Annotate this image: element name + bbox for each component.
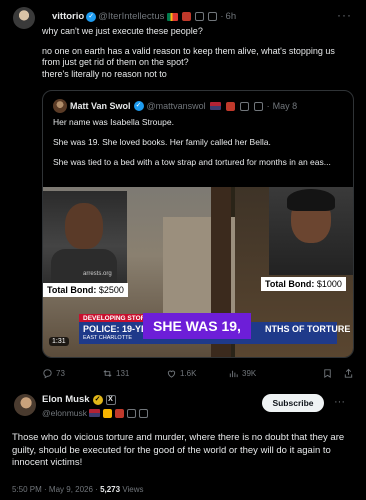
- badge-icon: [208, 12, 218, 21]
- x-badge-icon: X: [105, 394, 116, 405]
- quoted-author-handle: @mattvanswol: [146, 101, 206, 111]
- like-count: 1.6K: [180, 368, 197, 378]
- badge-icon: [195, 12, 205, 21]
- retweet-count: 131: [116, 368, 130, 378]
- avatar[interactable]: [14, 394, 36, 416]
- badge-icon: [115, 408, 125, 418]
- bond-label-text: Total Bond:: [265, 279, 315, 289]
- watermark: arrests.org: [83, 271, 112, 277]
- badge-icon: [139, 408, 149, 418]
- bond-label-right: Total Bond: $1000: [261, 277, 346, 291]
- retweet-button[interactable]: 131: [102, 368, 166, 379]
- mugshot-body: [51, 249, 117, 283]
- flag-icon: [167, 12, 179, 21]
- post-text-line: why can't we just execute these people?: [42, 26, 203, 36]
- reply-time[interactable]: 5:50 PM · May 9, 2026 ·: [12, 485, 98, 494]
- reply-author-handle[interactable]: @elonmusk: [42, 408, 87, 418]
- ticker-sub: EAST CHARLOTTE: [83, 335, 133, 341]
- author-handle[interactable]: @IterIntellectus: [98, 11, 164, 22]
- ticker-headline: POLICE: 19-YE: [83, 324, 148, 334]
- verified-icon: ✓: [133, 101, 144, 111]
- share-icon[interactable]: [343, 368, 354, 379]
- reply-footer: 5:50 PM · May 9, 2026 · 5,273 Views: [12, 485, 144, 494]
- quoted-text-line: She was tied to a bed with a tow strap a…: [53, 157, 331, 167]
- bookmark-icon[interactable]: [322, 368, 333, 379]
- author-name[interactable]: vittorio: [52, 11, 84, 22]
- post-text-line: no one on earth has a valid reason to ke…: [42, 45, 335, 68]
- views-button[interactable]: 39K: [228, 368, 302, 379]
- reply-post: Elon Musk ✓ X @elonmusk Subscribe ··· Th…: [0, 388, 366, 500]
- post-text: why can't we just execute these people? …: [42, 26, 342, 88]
- quoted-post-header: Matt Van Swol ✓ @mattvanswol · May 8: [53, 99, 297, 113]
- retweet-icon: [103, 369, 112, 377]
- separator: ·: [266, 101, 270, 111]
- mugshot-face: [65, 203, 103, 249]
- bond-value: $1000: [316, 279, 342, 289]
- badge-icon: [127, 408, 137, 418]
- quoted-post-text: Her name was Isabella Stroupe. She was 1…: [53, 117, 345, 177]
- reply-count: 73: [56, 368, 65, 378]
- reply-author-name[interactable]: Elon Musk: [42, 394, 90, 405]
- quoted-text-line: Her name was Isabella Stroupe.: [53, 117, 174, 127]
- views-count: 39K: [242, 368, 257, 378]
- post-time[interactable]: 6h: [226, 11, 237, 22]
- mugshot-left: arrests.org: [43, 191, 127, 283]
- post-meta: vittorio ✓ @IterIntellectus · 6h: [52, 11, 236, 22]
- video-player[interactable]: arrests.org Total Bond: $2500 Total Bond…: [43, 187, 353, 357]
- verified-icon: ✓: [86, 11, 97, 22]
- avatar[interactable]: [13, 7, 35, 29]
- quoted-post-date: May 8: [272, 101, 298, 111]
- quoted-post-card[interactable]: Matt Van Swol ✓ @mattvanswol · May 8 Her…: [42, 90, 354, 358]
- mugshot-right: [269, 187, 353, 275]
- reply-views-label: Views: [122, 485, 144, 494]
- more-icon[interactable]: ···: [337, 8, 352, 22]
- bond-label-text: Total Bond:: [47, 285, 97, 295]
- like-icon: [167, 370, 176, 378]
- action-bar: 73 131 1.6K 39K: [42, 366, 354, 380]
- badge-icon: [253, 101, 263, 111]
- subscribe-button[interactable]: Subscribe: [262, 394, 324, 412]
- top-post: vittorio ✓ @IterIntellectus · 6h ···: [0, 0, 366, 29]
- reply-icon: [43, 368, 52, 378]
- action-icons-right: [322, 368, 354, 379]
- post-text-line: there's literally no reason not to: [42, 68, 167, 79]
- video-caption: SHE WAS 19,: [143, 313, 251, 339]
- ticker-headline-end: NTHS OF TORTURE: [265, 324, 351, 334]
- flag-icon: [89, 409, 101, 417]
- bond-label-left: Total Bond: $2500: [43, 283, 128, 297]
- badge-icon: [225, 101, 235, 111]
- reply-button[interactable]: 73: [42, 368, 102, 379]
- quoted-author-name: Matt Van Swol: [70, 101, 131, 111]
- reply-text: Those who do vicious torture and murder,…: [12, 432, 345, 468]
- verified-icon: ✓: [92, 394, 103, 405]
- views-icon: [229, 370, 238, 377]
- video-duration: 1:31: [49, 337, 69, 346]
- reply-author: Elon Musk ✓ X: [42, 394, 116, 405]
- reply-handle-row: @elonmusk: [42, 408, 149, 418]
- flag-icon: [209, 102, 221, 110]
- badge-icon: [182, 12, 192, 21]
- reply-views-count: 5,273: [100, 485, 121, 494]
- post-header: vittorio ✓ @IterIntellectus · 6h ···: [10, 4, 356, 29]
- more-icon[interactable]: ···: [334, 396, 345, 408]
- separator: ·: [220, 11, 224, 22]
- like-button[interactable]: 1.6K: [166, 368, 228, 379]
- badge-icon: [103, 408, 113, 418]
- bond-value: $2500: [98, 285, 124, 295]
- badge-icon: [239, 101, 249, 111]
- avatar: [53, 99, 67, 113]
- mugshot-hair: [287, 189, 335, 211]
- quoted-text-line: She was 19. She loved books. Her family …: [53, 137, 271, 147]
